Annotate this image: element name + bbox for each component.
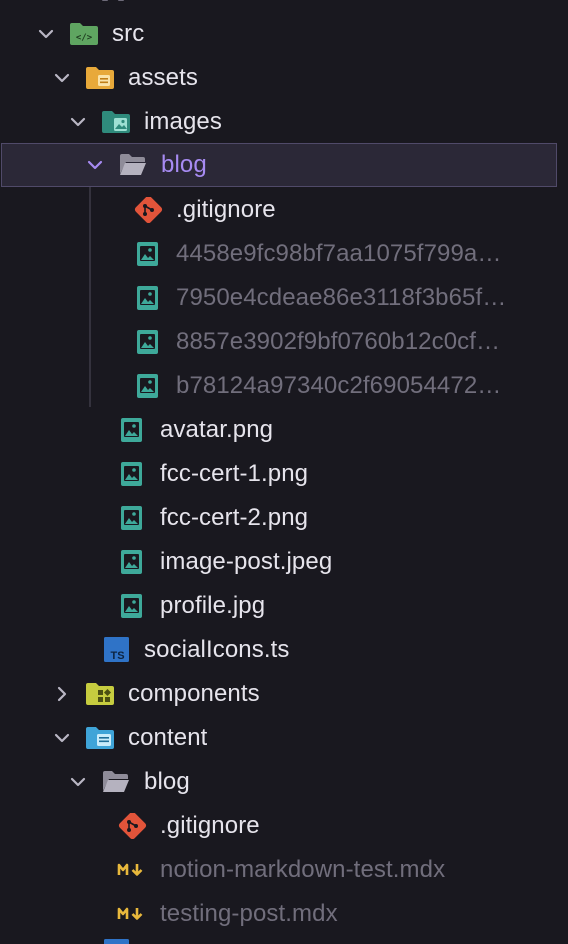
tree-item-image-file[interactable]: avatar.png	[0, 408, 568, 452]
chevron-down-icon[interactable]	[84, 154, 106, 176]
tree-item-label: content	[128, 724, 208, 751]
tree-item-label: .gitignore	[176, 196, 276, 223]
folder-images-icon	[101, 109, 131, 135]
tree-item-typescript-file[interactable]: TS socialIcons.ts	[0, 628, 568, 672]
tree-item-image-file[interactable]: 4458e9fc98bf7aa1075f799a…	[0, 232, 568, 276]
mdx-file-icon	[117, 857, 147, 883]
chevron-down-icon[interactable]	[67, 111, 89, 133]
tree-item-label: 4458e9fc98bf7aa1075f799a…	[176, 240, 502, 267]
tree-item-image-file[interactable]: 7950e4cdeae86e3118f3b65f…	[0, 276, 568, 320]
tree-row-partial	[0, 936, 568, 944]
git-icon	[117, 813, 147, 839]
chevron-down-icon[interactable]	[51, 67, 73, 89]
folder-assets-icon	[85, 65, 115, 91]
tree-item-label: fcc-cert-2.png	[160, 504, 309, 531]
image-file-icon	[117, 505, 147, 531]
tree-item-label: .gitignore	[160, 812, 260, 839]
tree-item-blog-selected[interactable]: blog	[1, 143, 557, 187]
mdx-file-icon	[117, 901, 147, 927]
chevron-down-icon[interactable]	[67, 771, 89, 793]
image-file-icon	[117, 593, 147, 619]
chevron-right-icon[interactable]	[51, 683, 73, 705]
tree-item-label: assets	[128, 64, 198, 91]
tree-item-assets[interactable]: assets	[0, 56, 568, 100]
typescript-file-icon	[101, 939, 131, 944]
image-file-icon	[117, 417, 147, 443]
tree-item-label: testing-post.mdx	[160, 900, 338, 927]
image-file-icon	[133, 329, 163, 355]
tree-item-content[interactable]: content	[0, 716, 568, 760]
folder-open-icon	[101, 769, 131, 795]
image-file-icon	[133, 241, 163, 267]
chevron-down-icon[interactable]	[51, 727, 73, 749]
chevron-down-icon[interactable]	[35, 23, 57, 45]
folder-source-icon: </>	[69, 21, 99, 47]
folder-content-icon	[85, 725, 115, 751]
tree-item-label: profile.jpg	[160, 592, 266, 619]
tree-item-components[interactable]: components	[0, 672, 568, 716]
tree-item-image-file[interactable]: image-post.jpeg	[0, 540, 568, 584]
tree-item-label: 7950e4cdeae86e3118f3b65f…	[176, 284, 507, 311]
file-explorer-tree: </> src assets images blog .gitignore 44…	[0, 0, 568, 944]
tree-item-label: blog	[144, 768, 190, 795]
svg-text:</>: </>	[76, 33, 93, 43]
image-file-icon	[117, 461, 147, 487]
tree-item-mdx-file[interactable]: testing-post.mdx	[0, 892, 568, 936]
tree-item-label: blog	[161, 151, 207, 178]
tree-item-image-file[interactable]: fcc-cert-2.png	[0, 496, 568, 540]
tree-item-label: images	[144, 108, 222, 135]
tree-item-image-file[interactable]: b78124a97340c2f69054472…	[0, 364, 568, 408]
tree-item-mdx-file[interactable]: notion-markdown-test.mdx	[0, 848, 568, 892]
svg-text:TS: TS	[110, 650, 124, 662]
tree-item-label: socialIcons.ts	[144, 636, 290, 663]
tree-item-label: fcc-cert-1.png	[160, 460, 309, 487]
tree-item-label: notion-markdown-test.mdx	[160, 856, 446, 883]
tree-item-label: src	[112, 20, 145, 47]
tree-item-label: image-post.jpeg	[160, 548, 333, 575]
tree-item-src[interactable]: </> src	[0, 12, 568, 56]
typescript-file-icon: TS	[101, 637, 131, 663]
image-file-icon	[133, 373, 163, 399]
folder-components-icon	[85, 681, 115, 707]
tree-item-gitignore[interactable]: .gitignore	[0, 188, 568, 232]
tree-item-label: b78124a97340c2f69054472…	[176, 372, 502, 399]
tree-item-label: components	[128, 680, 260, 707]
tree-item-label: 8857e3902f9bf0760b12c0cf…	[176, 328, 501, 355]
tree-item-image-file[interactable]: 8857e3902f9bf0760b12c0cf…	[0, 320, 568, 364]
tree-item-image-file[interactable]: profile.jpg	[0, 584, 568, 628]
image-file-icon	[117, 549, 147, 575]
tree-item-content-blog[interactable]: blog	[0, 760, 568, 804]
folder-open-icon	[118, 152, 148, 178]
tree-item-images[interactable]: images	[0, 100, 568, 144]
tree-item-label: avatar.png	[160, 416, 274, 443]
tree-item-image-file[interactable]: fcc-cert-1.png	[0, 452, 568, 496]
tree-item-gitignore[interactable]: .gitignore	[0, 804, 568, 848]
image-file-icon	[133, 285, 163, 311]
git-icon	[133, 197, 163, 223]
